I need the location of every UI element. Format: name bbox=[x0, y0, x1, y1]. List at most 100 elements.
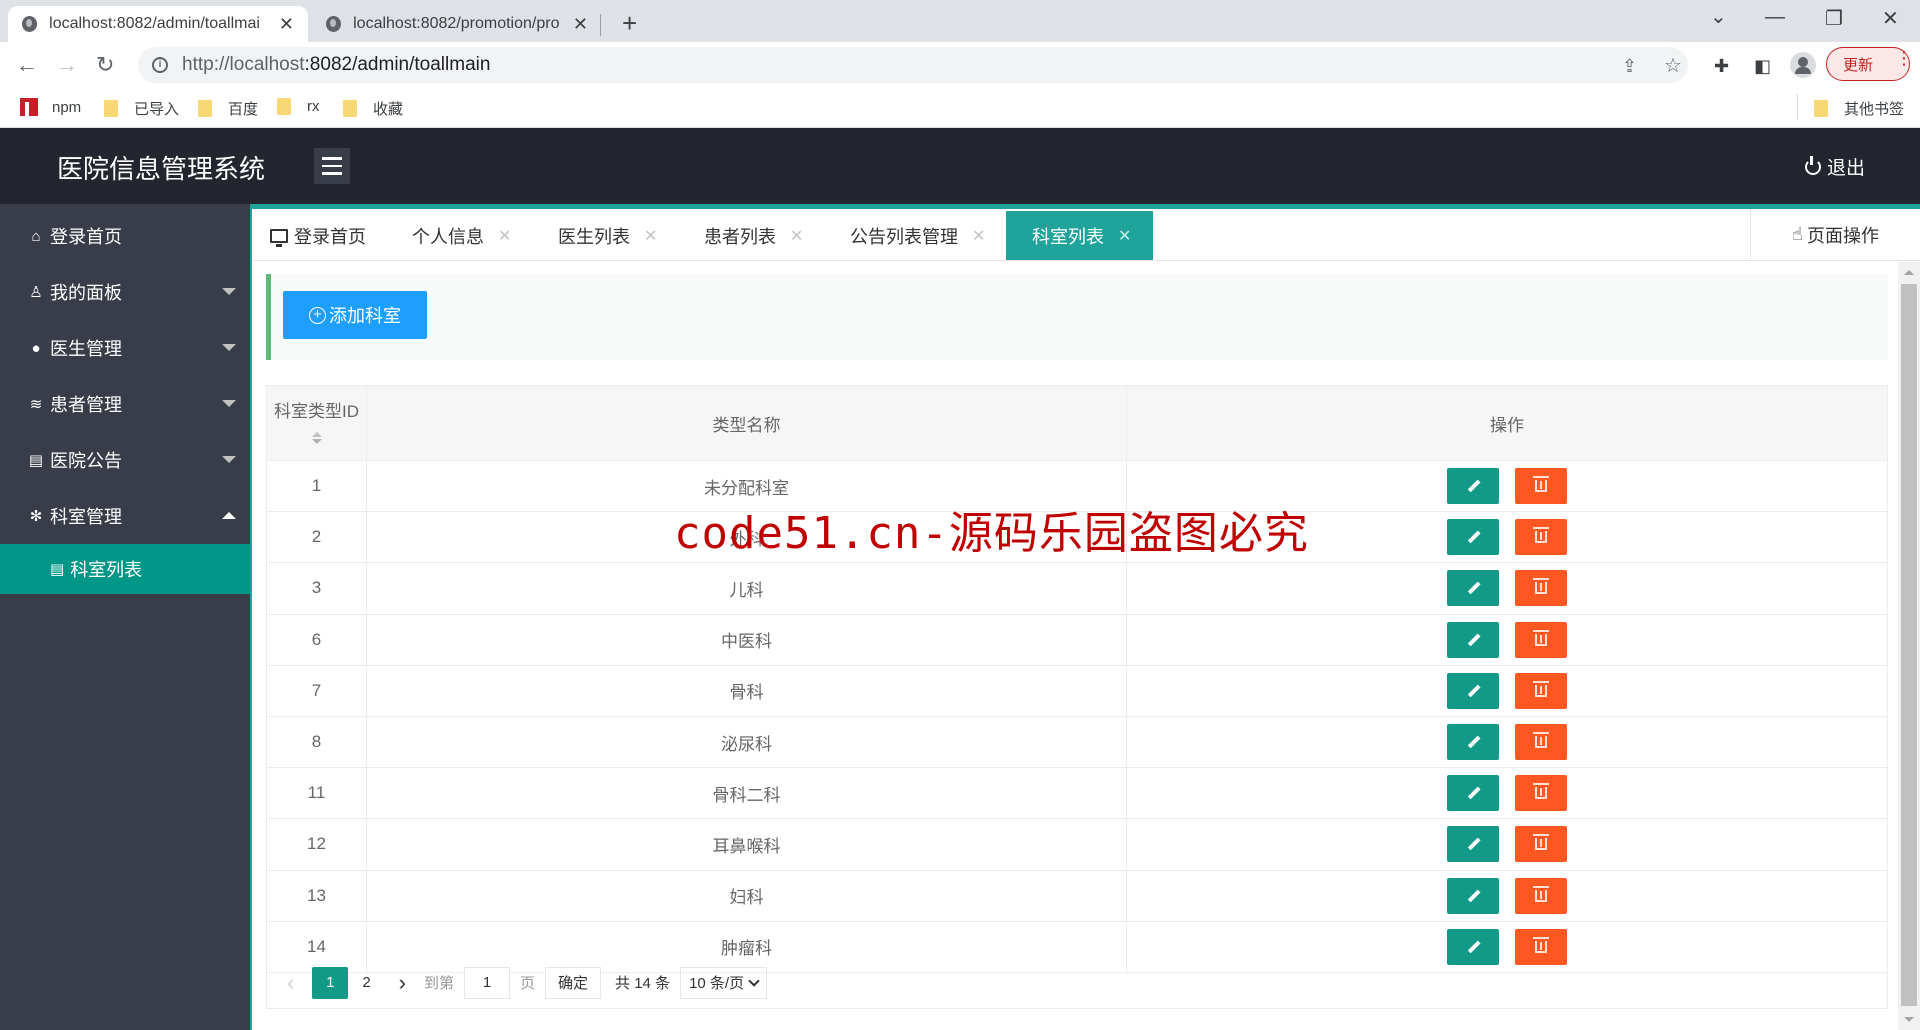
tab-home[interactable]: 登录首页 bbox=[258, 211, 386, 260]
sidebar-item-patient-management[interactable]: ≋ 患者管理 bbox=[0, 376, 250, 432]
update-label: 更新 bbox=[1843, 56, 1874, 74]
delete-button[interactable] bbox=[1515, 826, 1567, 863]
delete-button[interactable] bbox=[1515, 570, 1567, 607]
browser-tab[interactable]: localhost:8082/promotion/pro ✕ bbox=[312, 6, 602, 42]
trash-icon bbox=[1533, 783, 1549, 800]
browser-tab-active[interactable]: localhost:8082/admin/toallmai ✕ bbox=[8, 6, 308, 42]
cell-name: 泌尿科 bbox=[366, 715, 1127, 769]
edit-button[interactable] bbox=[1447, 877, 1499, 914]
sidebar-item-department-management[interactable]: ✻ 科室管理 bbox=[0, 488, 250, 544]
page-size-select[interactable]: 10 条/页 bbox=[680, 966, 768, 999]
table-row: 7 骨科 bbox=[266, 664, 1888, 717]
goto-page-input[interactable] bbox=[464, 966, 511, 999]
cell-name: 妇科 bbox=[366, 869, 1127, 922]
logout-button[interactable]: 退出 bbox=[1805, 153, 1865, 180]
bookmark-folder[interactable]: 已导入 bbox=[104, 98, 179, 119]
delete-button[interactable] bbox=[1515, 775, 1567, 812]
edit-button[interactable] bbox=[1447, 724, 1499, 761]
delete-button[interactable] bbox=[1515, 519, 1567, 556]
share-icon[interactable]: ⇪ bbox=[1622, 56, 1637, 77]
scroll-down-icon[interactable] bbox=[1904, 1017, 1914, 1022]
prev-page-button[interactable]: ‹ bbox=[287, 970, 294, 996]
sidebar-item-hospital-notice[interactable]: ▤ 医院公告 bbox=[0, 432, 250, 488]
side-panel-icon[interactable]: ◧ bbox=[1754, 56, 1771, 77]
profile-avatar[interactable] bbox=[1790, 52, 1816, 78]
back-icon[interactable]: ← bbox=[16, 52, 38, 78]
trash-icon bbox=[1533, 527, 1549, 544]
page-2-button[interactable]: 2 bbox=[362, 974, 370, 991]
vertical-scrollbar[interactable] bbox=[1898, 262, 1920, 1030]
tab-notice-list[interactable]: 公告列表管理 ✕ bbox=[830, 211, 1005, 260]
bookmark-folder[interactable]: 百度 bbox=[198, 98, 258, 119]
tab-label: 个人信息 bbox=[412, 226, 484, 247]
sidebar-subitem-department-list[interactable]: ▤ 科室列表 bbox=[0, 544, 250, 594]
edit-button[interactable] bbox=[1447, 519, 1499, 556]
page-operations-button[interactable]: ☝ 页面操作 bbox=[1750, 209, 1920, 260]
url-input[interactable]: i http://localhost:8082/admin/toallmain bbox=[138, 47, 1688, 83]
sort-icon[interactable] bbox=[311, 431, 322, 444]
close-tab-icon[interactable]: ✕ bbox=[279, 14, 294, 35]
caret-down-icon bbox=[222, 400, 236, 407]
bookmark-star-icon[interactable]: ☆ bbox=[1664, 53, 1682, 78]
caret-down-icon bbox=[222, 344, 236, 351]
confirm-goto-button[interactable]: 确定 bbox=[545, 966, 602, 999]
edit-button[interactable] bbox=[1447, 621, 1499, 658]
home-icon: ⌂ bbox=[31, 227, 41, 245]
caret-down-icon bbox=[222, 288, 236, 295]
update-button[interactable]: 更新 ⋮ bbox=[1826, 47, 1913, 81]
tab-department-list[interactable]: 科室列表 ✕ bbox=[1006, 211, 1153, 260]
sidebar-item-home[interactable]: ⌂ 登录首页 bbox=[0, 208, 250, 264]
bookmark-folder[interactable]: rx bbox=[277, 98, 320, 115]
monitor-icon bbox=[270, 228, 288, 247]
trash-icon bbox=[1533, 732, 1549, 749]
add-department-button[interactable]: + 添加科室 bbox=[283, 291, 427, 339]
close-icon[interactable]: ✕ bbox=[972, 226, 985, 246]
edit-button[interactable] bbox=[1447, 775, 1499, 812]
cell-actions bbox=[1126, 613, 1888, 666]
site-info-icon[interactable]: i bbox=[152, 57, 168, 73]
bookmark-npm[interactable]: npm bbox=[20, 98, 81, 116]
restore-icon[interactable]: ❐ bbox=[1825, 6, 1843, 31]
edit-button[interactable] bbox=[1447, 826, 1499, 863]
cell-actions bbox=[1126, 459, 1888, 513]
other-bookmarks[interactable]: 其他书签 bbox=[1814, 98, 1904, 119]
column-header-id[interactable]: 科室类型ID bbox=[266, 385, 367, 461]
forward-icon[interactable]: → bbox=[56, 52, 78, 78]
sidebar-item-my-panel[interactable]: ♙ 我的面板 bbox=[0, 264, 250, 320]
edit-button[interactable] bbox=[1447, 672, 1499, 709]
edit-button[interactable] bbox=[1447, 570, 1499, 607]
menu-toggle-button[interactable] bbox=[314, 148, 350, 184]
delete-button[interactable] bbox=[1515, 621, 1567, 658]
close-icon[interactable]: ✕ bbox=[498, 226, 511, 246]
tab-search-icon[interactable]: ⌄ bbox=[1710, 4, 1727, 29]
scroll-up-icon[interactable] bbox=[1904, 270, 1914, 275]
tab-doctor-list[interactable]: 医生列表 ✕ bbox=[538, 211, 677, 260]
delete-button[interactable] bbox=[1515, 877, 1567, 914]
bookmark-label: rx bbox=[307, 98, 320, 115]
close-icon[interactable]: ✕ bbox=[1118, 226, 1131, 246]
next-page-button[interactable]: › bbox=[399, 970, 406, 996]
page-1-button[interactable]: 1 bbox=[312, 966, 349, 999]
table-row: 12 耳鼻喉科 bbox=[266, 818, 1888, 871]
delete-button[interactable] bbox=[1515, 672, 1567, 709]
more-icon: ⋮ bbox=[1895, 48, 1913, 68]
logout-label: 退出 bbox=[1827, 158, 1866, 179]
reload-icon[interactable]: ↻ bbox=[96, 52, 114, 78]
tab-patient-list[interactable]: 患者列表 ✕ bbox=[684, 211, 823, 260]
delete-button[interactable] bbox=[1515, 724, 1567, 761]
cell-name: 未分配科室 bbox=[366, 459, 1127, 513]
close-icon[interactable]: ✕ bbox=[644, 226, 657, 246]
close-icon[interactable]: ✕ bbox=[790, 226, 803, 246]
new-tab-button[interactable]: + bbox=[622, 8, 637, 39]
bookmark-folder[interactable]: 收藏 bbox=[343, 98, 403, 119]
window-close-icon[interactable]: ✕ bbox=[1882, 6, 1899, 31]
edit-button[interactable] bbox=[1447, 468, 1499, 505]
sidebar-item-doctor-management[interactable]: ● 医生管理 bbox=[0, 320, 250, 376]
delete-button[interactable] bbox=[1515, 468, 1567, 505]
minimize-icon[interactable]: — bbox=[1765, 6, 1785, 29]
extensions-icon[interactable]: ✚ bbox=[1714, 56, 1729, 77]
scrollbar-thumb[interactable] bbox=[1901, 284, 1917, 1006]
cell-name: 骨科二科 bbox=[366, 767, 1127, 820]
tab-personal-info[interactable]: 个人信息 ✕ bbox=[392, 211, 531, 260]
close-tab-icon[interactable]: ✕ bbox=[573, 14, 588, 35]
